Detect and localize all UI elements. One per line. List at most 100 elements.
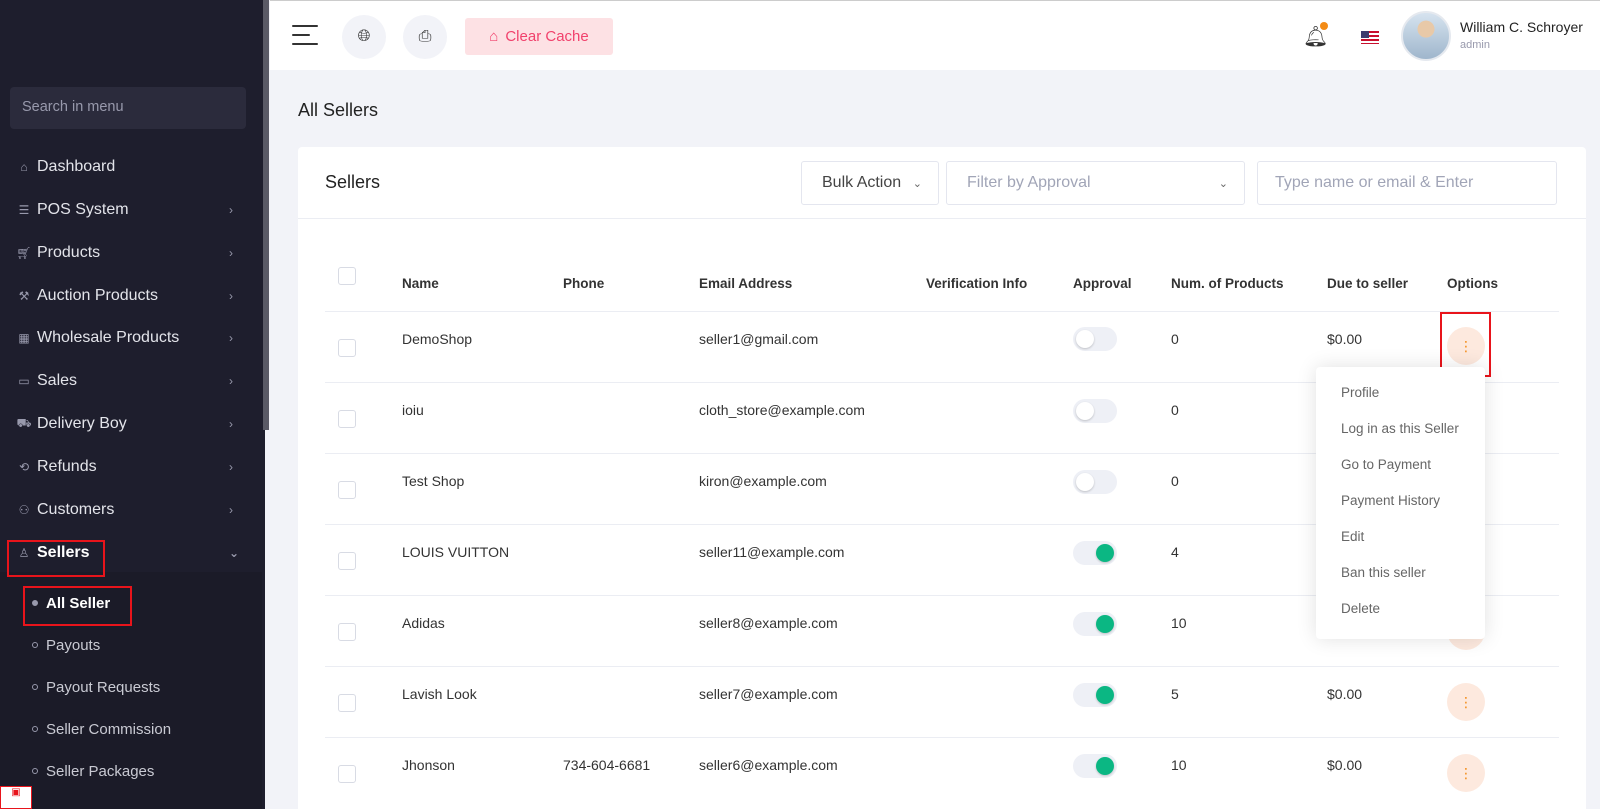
menu-item-login-as-seller[interactable]: Log in as this Seller <box>1341 421 1471 436</box>
options-button[interactable]: ⋮ <box>1447 327 1485 365</box>
chevron-right-icon: › <box>229 203 233 217</box>
clear-cache-button[interactable]: ⌂ Clear Cache <box>465 18 613 55</box>
seller-name: Lavish Look <box>402 686 477 702</box>
sidebar-sub-seller-commission[interactable]: Seller Commission <box>24 710 262 748</box>
menu-item-edit[interactable]: Edit <box>1341 529 1471 544</box>
row-checkbox[interactable] <box>338 765 356 783</box>
chevron-down-icon: ⌄ <box>912 177 922 190</box>
divider <box>325 311 1559 312</box>
gavel-icon: ⚒ <box>18 289 30 303</box>
due-amount: $0.00 <box>1327 757 1363 773</box>
bullet-icon <box>32 600 38 606</box>
row-checkbox[interactable] <box>338 623 356 641</box>
seller-search-input[interactable]: Type name or email & Enter <box>1257 161 1557 205</box>
sidebar-item-dashboard[interactable]: ⌂ Dashboard <box>0 147 262 187</box>
home-icon: ⌂ <box>20 160 28 174</box>
user-name[interactable]: William C. Schroyer <box>1460 19 1583 35</box>
col-approval[interactable]: Approval <box>1073 276 1132 291</box>
approval-toggle[interactable] <box>1073 399 1117 423</box>
card-title: Sellers <box>325 172 381 192</box>
product-count: 4 <box>1171 544 1179 560</box>
more-vertical-icon: ⋮ <box>1459 693 1473 710</box>
seller-name: Test Shop <box>402 473 465 489</box>
sidebar-scrollbar[interactable] <box>263 0 269 430</box>
sidebar-item-delivery-boy[interactable]: ⛟ Delivery Boy › <box>0 404 262 444</box>
col-options[interactable]: Options <box>1447 276 1498 291</box>
menu-item-go-to-payment[interactable]: Go to Payment <box>1341 457 1471 472</box>
row-checkbox[interactable] <box>338 339 356 357</box>
options-dropdown-menu: Profile Log in as this Seller Go to Paym… <box>1316 367 1485 639</box>
approval-filter-select[interactable]: Filter by Approval ⌄ <box>946 161 1245 205</box>
row-checkbox[interactable] <box>338 694 356 712</box>
product-count: 10 <box>1171 615 1187 631</box>
chevron-right-icon: › <box>229 331 233 345</box>
sidebar-item-sellers[interactable]: ♙ Sellers ⌄ <box>0 533 262 573</box>
approval-toggle[interactable] <box>1073 754 1117 778</box>
sidebar-sub-seller-packages[interactable]: Seller Packages <box>24 752 262 790</box>
sidebar-item-auction-products[interactable]: ⚒ Auction Products › <box>0 276 262 316</box>
sidebar-item-products[interactable]: 🛒︎ Products › <box>0 233 262 273</box>
sidebar-item-sales[interactable]: ▭ Sales › <box>0 361 262 401</box>
bulk-action-dropdown[interactable]: Bulk Action ⌄ <box>801 161 939 205</box>
product-count: 5 <box>1171 686 1179 702</box>
col-phone[interactable]: Phone <box>563 276 604 291</box>
row-checkbox[interactable] <box>338 410 356 428</box>
users-icon: ⚇ <box>18 503 30 517</box>
printer-icon[interactable]: ⎙ <box>403 15 447 59</box>
hamburger-menu-icon[interactable] <box>292 25 318 47</box>
seller-email: seller6@example.com <box>699 757 838 773</box>
approval-toggle[interactable] <box>1073 327 1117 351</box>
chevron-right-icon: › <box>229 417 233 431</box>
approval-toggle[interactable] <box>1073 683 1117 707</box>
approval-toggle[interactable] <box>1073 470 1117 494</box>
col-due[interactable]: Due to seller <box>1327 276 1408 291</box>
sidebar: Search in menu ⌂ Dashboard ☰ POS System › 🛒… <box>0 0 265 809</box>
menu-item-profile[interactable]: Profile <box>1341 385 1471 400</box>
bullet-icon <box>32 642 38 648</box>
approval-toggle[interactable] <box>1073 541 1117 565</box>
product-count: 0 <box>1171 473 1179 489</box>
seller-email: seller1@gmail.com <box>699 331 819 347</box>
divider <box>325 737 1559 738</box>
sidebar-sub-all-seller[interactable]: All Seller <box>24 584 262 622</box>
chevron-right-icon: › <box>229 460 233 474</box>
seller-email: kiron@example.com <box>699 473 827 489</box>
globe-icon[interactable]: 🌐︎ <box>342 15 386 59</box>
approval-toggle[interactable] <box>1073 612 1117 636</box>
us-flag-icon[interactable] <box>1361 31 1379 44</box>
sidebar-item-customers[interactable]: ⚇ Customers › <box>0 490 262 530</box>
card-header: Sellers Bulk Action ⌄ Filter by Approval ⌄… <box>298 147 1586 219</box>
options-button[interactable]: ⋮ <box>1447 683 1485 721</box>
row-checkbox[interactable] <box>338 481 356 499</box>
bullet-icon <box>32 768 38 774</box>
menu-item-payment-history[interactable]: Payment History <box>1341 493 1471 508</box>
seller-name: Adidas <box>402 615 445 631</box>
col-products[interactable]: Num. of Products <box>1171 276 1284 291</box>
due-amount: $0.00 <box>1327 331 1363 347</box>
user-role: admin <box>1460 39 1490 51</box>
product-count: 10 <box>1171 757 1187 773</box>
sidebar-sub-payout-requests[interactable]: Payout Requests <box>24 668 262 706</box>
sidebar-sub-payouts[interactable]: Payouts <box>24 626 262 664</box>
divider <box>325 666 1559 667</box>
seller-email: cloth_store@example.com <box>699 402 865 418</box>
col-email[interactable]: Email Address <box>699 276 792 291</box>
avatar[interactable] <box>1401 11 1451 61</box>
menu-item-ban-seller[interactable]: Ban this seller <box>1341 565 1471 580</box>
seller-email: seller7@example.com <box>699 686 838 702</box>
col-name[interactable]: Name <box>402 276 439 291</box>
bullet-icon <box>32 726 38 732</box>
chevron-down-icon: ⌄ <box>229 546 240 560</box>
row-checkbox[interactable] <box>338 552 356 570</box>
sidebar-item-refunds[interactable]: ⟲ Refunds › <box>0 447 262 487</box>
menu-item-delete[interactable]: Delete <box>1341 601 1471 616</box>
select-all-checkbox[interactable] <box>338 267 356 285</box>
options-button[interactable]: ⋮ <box>1447 754 1485 792</box>
cart-icon: 🛒︎ <box>16 246 32 260</box>
sidebar-search-input[interactable]: Search in menu <box>10 87 246 129</box>
col-verification[interactable]: Verification Info <box>926 276 1027 291</box>
sidebar-item-wholesale-products[interactable]: ▦ Wholesale Products › <box>0 318 262 358</box>
sidebar-item-pos-system[interactable]: ☰ POS System › <box>0 190 262 230</box>
seller-name: LOUIS VUITTON <box>402 544 510 560</box>
due-amount: $0.00 <box>1327 686 1363 702</box>
